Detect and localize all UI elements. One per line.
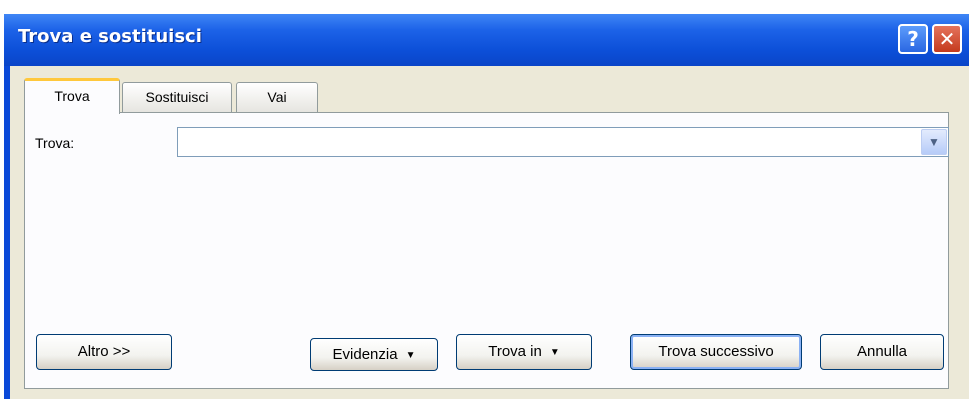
title-bar[interactable]: Trova e sostituisci ? ✕ xyxy=(4,14,969,66)
find-combobox[interactable]: ▼ xyxy=(177,127,949,157)
trova-in-label: Trova in xyxy=(488,343,542,360)
evidenzia-button[interactable]: Evidenzia ▼ xyxy=(310,338,438,371)
window-title: Trova e sostituisci xyxy=(18,26,202,47)
close-icon[interactable]: ✕ xyxy=(932,24,962,54)
find-input[interactable] xyxy=(178,128,924,156)
tab-vai[interactable]: Vai xyxy=(236,82,318,112)
trova-in-button[interactable]: Trova in ▼ xyxy=(456,334,592,370)
dropdown-arrow-icon: ▼ xyxy=(549,347,560,358)
find-label: Trova: xyxy=(35,135,75,151)
tab-trova[interactable]: Trova xyxy=(24,78,120,114)
dropdown-arrow-icon: ▼ xyxy=(405,350,416,361)
chevron-down-icon[interactable]: ▼ xyxy=(921,129,947,155)
annulla-button[interactable]: Annulla xyxy=(820,334,944,370)
tab-sostituisci[interactable]: Sostituisci xyxy=(122,82,232,112)
altro-button[interactable]: Altro >> xyxy=(36,334,172,370)
trova-successivo-button[interactable]: Trova successivo xyxy=(630,334,802,370)
help-icon[interactable]: ? xyxy=(898,24,928,54)
find-replace-dialog: Trova e sostituisci ? ✕ Trova Sostituisc… xyxy=(4,14,969,399)
dialog-client-area: Trova Sostituisci Vai Trova: ▼ Altro >> … xyxy=(10,66,969,399)
evidenzia-label: Evidenzia xyxy=(332,346,398,363)
